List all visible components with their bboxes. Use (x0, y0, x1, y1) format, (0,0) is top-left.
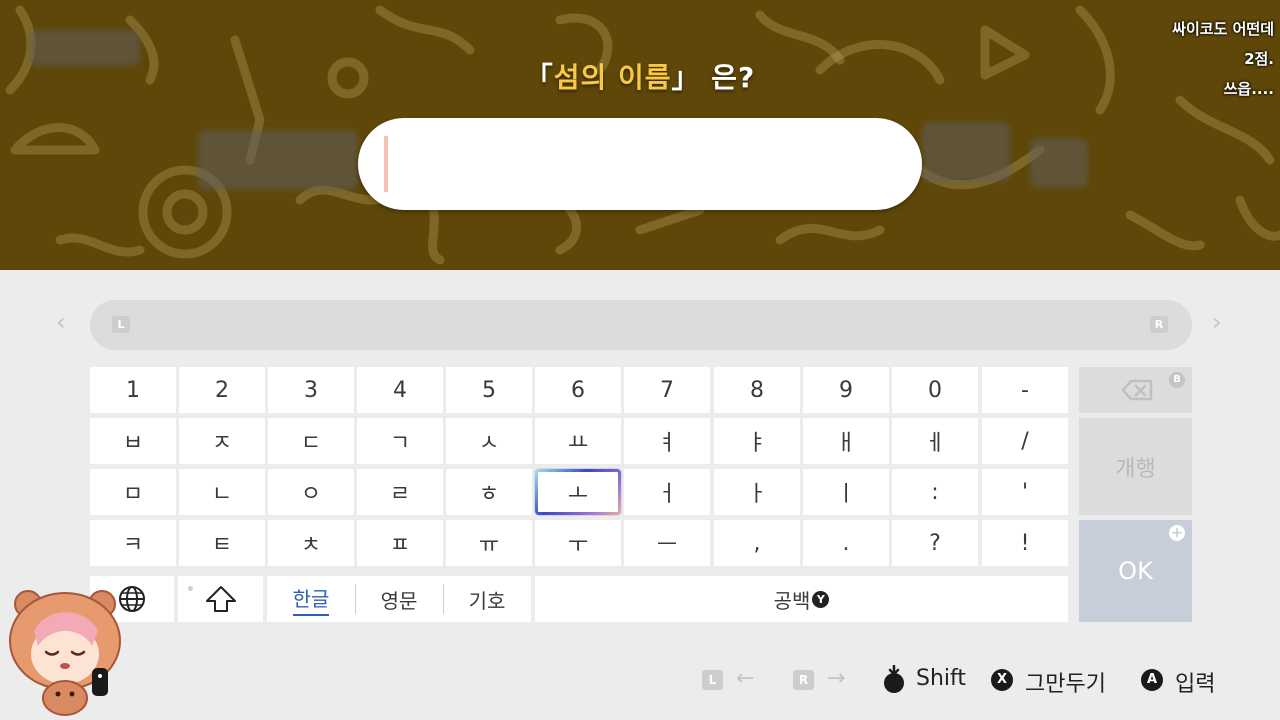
cancel-hint-label[interactable]: 그만두기 (1025, 666, 1106, 698)
key[interactable]: 3 (268, 367, 354, 413)
key[interactable]: ! (982, 520, 1068, 566)
key[interactable]: 6 (535, 367, 621, 413)
key[interactable]: ㅋ (90, 520, 176, 566)
key[interactable]: 4 (357, 367, 443, 413)
key[interactable]: 7 (624, 367, 710, 413)
blurred-field-right (922, 122, 1010, 182)
key[interactable]: ㅍ (357, 520, 443, 566)
key[interactable]: , (714, 520, 800, 566)
suggest-next-icon[interactable]: › (1212, 308, 1222, 336)
key[interactable]: 8 (714, 367, 800, 413)
blurred-icon (1030, 138, 1088, 188)
key[interactable]: ' (982, 469, 1068, 515)
key[interactable]: ㅕ (624, 418, 710, 464)
ok-button[interactable]: OK + (1079, 520, 1192, 622)
key[interactable]: : (892, 469, 978, 515)
key[interactable]: ㅈ (179, 418, 265, 464)
button-hints-bar: L ← R → Shift X 그만두기 A 입력 (0, 665, 1280, 698)
l-shoulder-icon: L (112, 316, 130, 333)
suggest-prev-icon[interactable]: ‹ (56, 308, 66, 336)
suggestion-bar[interactable]: L R (90, 300, 1192, 350)
key[interactable]: ? (892, 520, 978, 566)
r-shoulder-icon: R (1150, 316, 1168, 333)
backspace-key[interactable]: B (1079, 367, 1192, 413)
key[interactable]: ㅐ (803, 418, 889, 464)
key[interactable]: 5 (446, 367, 532, 413)
y-button-icon: Y (812, 590, 830, 608)
overlay-line-1: 싸이코도 어떤데 (1172, 20, 1274, 38)
key[interactable]: ㅔ (892, 418, 978, 464)
name-input-field[interactable] (358, 118, 922, 210)
right-arrow-icon: → (827, 666, 846, 691)
key[interactable]: 0 (892, 367, 978, 413)
mode-symbols[interactable]: 기호 (443, 576, 531, 622)
key[interactable]: ㅅ (446, 418, 532, 464)
overlay-line-2: 2점. (1244, 50, 1274, 68)
x-button-icon: X (991, 669, 1013, 691)
mode-english[interactable]: 영문 (355, 576, 443, 622)
key-selected[interactable]: ㅗ (535, 469, 621, 515)
streamer-mascot-avatar (9, 590, 121, 716)
shift-arrow-icon (205, 586, 236, 612)
space-key[interactable]: 공백 Y (535, 576, 1068, 622)
shift-hint-label: Shift (916, 666, 967, 691)
key[interactable]: . (803, 520, 889, 566)
text-cursor (384, 136, 388, 192)
key[interactable]: - (982, 367, 1068, 413)
key[interactable]: 1 (90, 367, 176, 413)
key[interactable]: / (982, 418, 1068, 464)
left-arrow-icon: ← (736, 666, 755, 691)
key[interactable]: 9 (803, 367, 889, 413)
key[interactable]: ㅊ (268, 520, 354, 566)
key[interactable]: ㄱ (357, 418, 443, 464)
stream-overlay-text: 싸이코도 어떤데 2점. 쓰읍.... (1172, 14, 1274, 104)
key[interactable]: ㅁ (90, 469, 176, 515)
plus-button-icon: + (1169, 525, 1185, 541)
blurred-button (198, 130, 358, 190)
software-keyboard: ‹ › L R 1 2 3 4 5 6 7 8 9 0- ㅂㅈㄷㄱㅅㅛㅕㅑㅐㅔ / ㅁㄴㅇㄹㅎㅗㅓㅏㅣ:… (0, 270, 1280, 720)
key[interactable]: 2 (179, 367, 265, 413)
key[interactable]: ㅛ (535, 418, 621, 464)
prompt-highlight: 섬의 이름 (553, 61, 672, 94)
ok-label: OK (1118, 557, 1153, 585)
r-button-icon: R (793, 670, 814, 690)
key[interactable]: ㅓ (624, 469, 710, 515)
key[interactable]: ㅣ (803, 469, 889, 515)
overlay-line-3: 쓰읍.... (1223, 80, 1274, 98)
space-label: 공백 (773, 588, 811, 613)
key[interactable]: ㅂ (90, 418, 176, 464)
key[interactable]: ㅠ (446, 520, 532, 566)
keyboard-bottom-row: 한글 영문 기호 공백 Y (90, 576, 1068, 622)
stick-press-icon (884, 665, 904, 693)
key[interactable]: ㅡ (624, 520, 710, 566)
b-button-icon: B (1169, 372, 1185, 388)
key[interactable]: ㅜ (535, 520, 621, 566)
shift-key[interactable] (178, 576, 263, 622)
key[interactable]: ㄹ (357, 469, 443, 515)
newline-key[interactable]: 개행 (1079, 418, 1192, 515)
key[interactable]: ㅑ (714, 418, 800, 464)
mode-selector: 한글 영문 기호 (267, 576, 531, 622)
key[interactable]: ㅇ (268, 469, 354, 515)
caps-indicator-dot (188, 586, 193, 591)
key[interactable]: ㅌ (179, 520, 265, 566)
key[interactable]: ㅏ (714, 469, 800, 515)
key[interactable]: ㄴ (179, 469, 265, 515)
key[interactable]: ㄷ (268, 418, 354, 464)
l-button-icon: L (702, 670, 723, 690)
game-scene-background: 「섬의 이름」 은? 싸이코도 어떤데 2점. 쓰읍.... (0, 0, 1280, 270)
key[interactable]: ㅎ (446, 469, 532, 515)
mode-hangul[interactable]: 한글 (267, 576, 355, 622)
a-button-icon: A (1141, 669, 1163, 691)
confirm-hint-label[interactable]: 입력 (1175, 666, 1215, 698)
input-prompt-title: 「섬의 이름」 은? (524, 61, 756, 94)
